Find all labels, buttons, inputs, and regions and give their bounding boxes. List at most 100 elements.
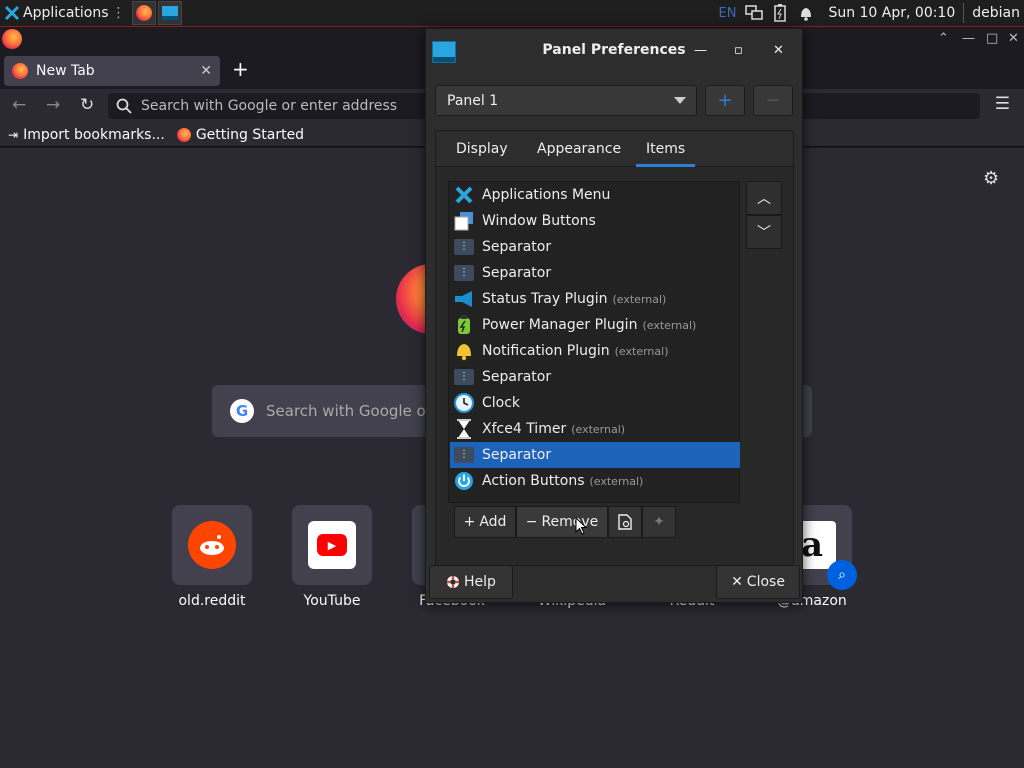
list-item[interactable]: ⋮ Separator [450, 364, 740, 390]
item-name: Status Tray Plugin [482, 291, 608, 307]
separator-icon: ⋮ [454, 237, 474, 257]
bookmark-import[interactable]: ⇥ Import bookmarks... [8, 127, 165, 143]
close-button[interactable]: ✕ Close [716, 565, 800, 599]
firefox-icon [135, 5, 152, 21]
panel-prefs-icon [161, 6, 178, 20]
list-item-selected[interactable]: ⋮ Separator [450, 442, 740, 468]
move-up-button[interactable]: ︿ [746, 181, 782, 215]
item-name: Separator [482, 265, 552, 281]
network-icon[interactable] [744, 3, 764, 23]
notification-bell-icon[interactable] [796, 3, 816, 23]
shortcut-tile[interactable]: ▶ YouTube [292, 505, 372, 609]
item-name: Separator [482, 239, 552, 255]
window-up-icon[interactable]: ⌃ [938, 31, 949, 46]
tab-items[interactable]: Items [635, 141, 696, 167]
search-shortcut-icon[interactable]: ⌕ [827, 560, 857, 590]
list-item[interactable]: Power Manager Plugin (external) [450, 312, 740, 338]
new-tab-plus-icon[interactable]: + [232, 59, 249, 79]
window-buttons-icon [454, 211, 474, 231]
dialog-close-icon[interactable]: ✕ [773, 43, 784, 58]
panel-items-list[interactable]: Applications Menu Window Buttons ⋮ Separ… [448, 181, 740, 503]
remove-panel-button[interactable]: − [753, 85, 793, 116]
chevron-down-icon [674, 97, 686, 104]
shortcut-label: old.reddit [178, 593, 246, 609]
list-item[interactable]: Notification Plugin (external) [450, 338, 740, 364]
item-name: Applications Menu [482, 187, 611, 203]
chevron-up-icon: ︿ [757, 191, 771, 207]
clock-icon [454, 393, 474, 413]
item-name: Notification Plugin [482, 343, 610, 359]
tab-display[interactable]: Display [456, 141, 508, 157]
document-properties-icon [618, 514, 632, 530]
xfce-logo-icon [4, 5, 20, 21]
list-item[interactable]: Xfce4 Timer (external) [450, 416, 740, 442]
tab-new-tab[interactable]: New Tab ✕ [4, 56, 220, 86]
taskbar-panel-prefs-button[interactable] [157, 1, 182, 25]
item-name: Xfce4 Timer [482, 421, 567, 437]
panel-select-value: Panel 1 [447, 92, 499, 109]
close-icon: ✕ [731, 574, 743, 590]
list-item[interactable]: ⋮ Separator [450, 260, 740, 286]
clock[interactable]: Sun 10 Apr, 00:10 [828, 5, 955, 21]
item-external-tag: (external) [642, 318, 697, 332]
reload-icon[interactable]: ↻ [80, 95, 94, 115]
window-close-icon[interactable]: ✕ [1008, 31, 1019, 46]
panel-preferences-dialog: Panel Preferences — ▫ ✕ Panel 1 + − Disp… [425, 28, 803, 603]
lifebuoy-icon [447, 576, 460, 588]
firefox-icon [2, 29, 22, 49]
taskbar-firefox-button[interactable] [131, 1, 156, 25]
keyboard-layout-indicator[interactable]: EN [718, 6, 736, 21]
bookmark-label: Getting Started [195, 126, 305, 143]
battery-icon [454, 315, 474, 335]
dialog-minimize-icon[interactable]: — [694, 43, 707, 58]
item-name: Clock [482, 395, 521, 411]
hourglass-icon [454, 419, 474, 439]
tab-close-icon[interactable]: ✕ [200, 63, 212, 79]
search-icon [116, 98, 132, 114]
reddit-icon [188, 521, 236, 569]
list-item[interactable]: Clock [450, 390, 740, 416]
gear-icon[interactable]: ⚙ [983, 168, 999, 189]
panel-select-dropdown[interactable]: Panel 1 [435, 85, 697, 116]
plus-icon: + [717, 90, 733, 111]
bookmark-label: Import bookmarks... [23, 126, 165, 143]
import-icon: ⇥ [8, 127, 19, 142]
add-item-button[interactable]: + Add [454, 506, 516, 538]
forward-arrow-icon[interactable]: → [46, 95, 60, 115]
dialog-maximize-icon[interactable]: ▫ [734, 43, 743, 58]
item-about-button[interactable]: ✦ [642, 506, 676, 538]
tab-appearance[interactable]: Appearance [537, 141, 621, 157]
list-item[interactable]: Window Buttons [450, 208, 740, 234]
window-maximize-icon[interactable]: □ [986, 31, 998, 46]
chevron-down-icon: ﹀ [757, 225, 771, 241]
list-item[interactable]: ⋮ Separator [450, 234, 740, 260]
remove-item-button[interactable]: − Remove [516, 506, 608, 538]
item-name: Power Manager Plugin [482, 317, 638, 333]
user-menu[interactable]: debian [972, 5, 1020, 21]
list-item[interactable]: Action Buttons (external) [450, 468, 740, 494]
move-down-button[interactable]: ﹀ [746, 215, 782, 249]
tab-title: New Tab [36, 63, 95, 79]
shortcut-tile[interactable]: old.reddit [172, 505, 252, 609]
add-panel-button[interactable]: + [705, 85, 745, 116]
bookmark-getting-started[interactable]: Getting Started [176, 126, 305, 143]
close-label: Close [746, 574, 785, 590]
item-name: Window Buttons [482, 213, 596, 229]
item-external-tag: (external) [612, 292, 667, 306]
sparkle-icon: ✦ [653, 514, 665, 530]
battery-icon[interactable] [770, 3, 790, 23]
hamburger-menu-icon[interactable]: ☰ [995, 94, 1010, 114]
list-item[interactable]: Applications Menu [450, 182, 740, 208]
applications-label: Applications [23, 5, 109, 21]
separator-icon: ⋮ [454, 367, 474, 387]
preferences-tabs: Display Appearance Items [436, 131, 793, 167]
xfce-top-panel: Applications ⋮ EN Sun 10 Apr, 00:10 debi… [0, 0, 1024, 27]
list-item[interactable]: Status Tray Plugin (external) [450, 286, 740, 312]
applications-menu-button[interactable]: Applications ⋮ [0, 0, 130, 27]
item-external-tag: (external) [589, 474, 644, 488]
separator-icon: ⋮ [454, 263, 474, 283]
back-arrow-icon[interactable]: ← [12, 95, 26, 115]
help-button[interactable]: Help [429, 565, 513, 599]
item-properties-button[interactable] [608, 506, 642, 538]
window-minimize-icon[interactable]: — [962, 31, 975, 46]
